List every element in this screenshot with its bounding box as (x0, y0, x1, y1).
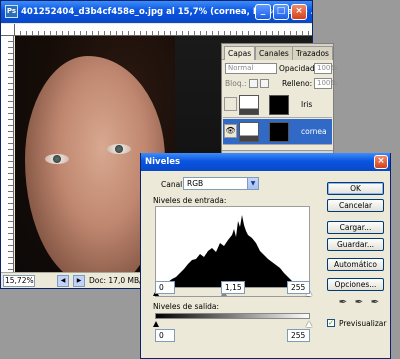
input-white-field[interactable]: 255 (287, 281, 310, 294)
channel-label: Canal: (161, 180, 185, 189)
tab-trazados[interactable]: Trazados (292, 46, 333, 60)
save-button[interactable]: Guardar... (327, 238, 384, 251)
lock-transparency-icon[interactable] (249, 79, 258, 88)
auto-button[interactable]: Automático (327, 258, 384, 271)
levels-dialog: Niveles × Canal: RGB ▼ Niveles de entrad… (140, 153, 391, 359)
opacity-field[interactable]: 100% (314, 63, 337, 74)
horizontal-ruler[interactable] (15, 24, 312, 36)
scroll-right-arrow-icon[interactable]: ▶ (73, 275, 85, 287)
output-white-handle[interactable] (306, 321, 312, 327)
layers-tab-bar: Capas Canales Trazados (222, 44, 333, 60)
layer-row-cornea[interactable]: 👁 cornea (223, 119, 332, 145)
photo-right-eye (107, 144, 131, 154)
gray-eyedropper-icon[interactable]: ✒ (354, 296, 364, 310)
channel-select[interactable]: RGB ▼ (183, 177, 259, 190)
input-levels-label: Niveles de entrada: (153, 196, 227, 205)
layer-row-iris[interactable]: Iris (223, 92, 332, 118)
zoom-field[interactable]: 15,72% (3, 275, 35, 287)
minimize-button[interactable]: _ (255, 4, 271, 20)
scroll-left-arrow-icon[interactable]: ◀ (57, 275, 69, 287)
close-window-button[interactable]: × (291, 4, 307, 20)
photoshop-doc-icon: Ps (5, 5, 18, 18)
fill-field[interactable]: 100% (314, 78, 337, 89)
vertical-ruler[interactable] (1, 36, 14, 272)
channel-select-value: RGB (187, 179, 204, 188)
ruler-origin[interactable] (1, 24, 15, 36)
ok-button[interactable]: OK (327, 182, 384, 195)
load-button[interactable]: Cargar... (327, 221, 384, 234)
adjustment-thumbnail-icon (239, 122, 259, 142)
lock-pixels-icon[interactable] (260, 79, 269, 88)
white-eyedropper-icon[interactable]: ✒ (370, 296, 380, 310)
output-gradient-bar (155, 313, 310, 319)
cancel-button[interactable]: Cancelar (327, 199, 384, 212)
options-button[interactable]: Opciones... (327, 278, 384, 291)
opacity-label: Opacidad: (279, 64, 318, 73)
black-eyedropper-icon[interactable]: ✒ (338, 296, 348, 310)
layer-name-cornea: cornea (301, 127, 327, 136)
photo-left-eye (45, 154, 69, 164)
mask-thumbnail[interactable] (269, 122, 289, 142)
output-black-handle[interactable] (153, 321, 159, 327)
adjustment-thumbnail-icon (239, 95, 259, 115)
eye-visibility-icon[interactable]: 👁 (224, 124, 237, 138)
preview-checkbox[interactable]: ✓ (327, 319, 335, 327)
layer-name-iris: Iris (301, 100, 313, 109)
output-levels-label: Niveles de salida: (153, 302, 220, 311)
layers-panel: Capas Canales Trazados Normal Opacidad: … (221, 43, 337, 165)
input-black-field[interactable]: 0 (155, 281, 175, 294)
input-slider-track[interactable] (155, 296, 310, 297)
histogram-graph (156, 215, 309, 287)
tab-canales[interactable]: Canales (255, 46, 293, 60)
fill-label: Relleno: (282, 79, 313, 88)
levels-dialog-titlebar[interactable]: Niveles (141, 153, 390, 171)
histogram-shape (156, 215, 309, 287)
levels-dialog-title: Niveles (145, 157, 181, 167)
output-white-field[interactable]: 255 (287, 329, 310, 342)
mask-thumbnail[interactable] (269, 95, 289, 115)
maximize-button[interactable]: □ (273, 4, 289, 20)
lock-label: Bloq.: (225, 79, 247, 88)
preview-label: Previsualizar (339, 319, 387, 328)
blend-mode-select[interactable]: Normal (225, 63, 277, 74)
chevron-down-icon[interactable]: ▼ (247, 178, 258, 189)
visibility-toggle-icon[interactable] (224, 97, 237, 111)
tab-capas[interactable]: Capas (224, 46, 256, 60)
input-gamma-field[interactable]: 1,15 (221, 281, 245, 294)
close-dialog-button[interactable]: × (374, 155, 388, 169)
output-black-field[interactable]: 0 (155, 329, 175, 342)
histogram (155, 206, 310, 288)
